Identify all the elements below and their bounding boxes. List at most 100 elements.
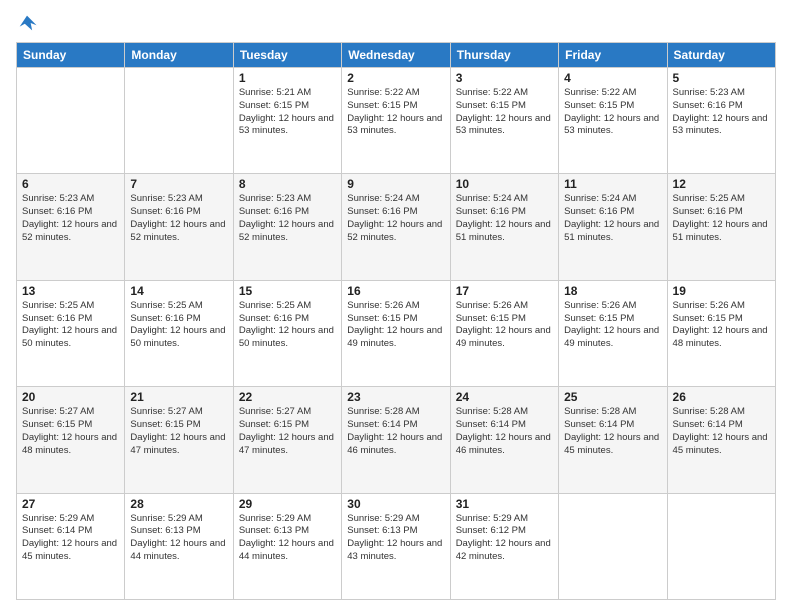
day-info: Sunrise: 5:25 AMSunset: 6:16 PMDaylight:… <box>22 300 119 351</box>
calendar-cell: 19 Sunrise: 5:26 AMSunset: 6:15 PMDayligh… <box>667 280 775 386</box>
calendar-cell: 1 Sunrise: 5:21 AMSunset: 6:15 PMDaylight… <box>233 68 341 174</box>
day-info: Sunrise: 5:26 AMSunset: 6:15 PMDaylight:… <box>564 300 661 351</box>
calendar-cell <box>125 68 233 174</box>
day-number: 8 <box>239 177 336 191</box>
calendar-page: SundayMondayTuesdayWednesdayThursdayFrid… <box>0 0 792 612</box>
calendar-week-row: 6 Sunrise: 5:23 AMSunset: 6:16 PMDaylight… <box>17 174 776 280</box>
day-info: Sunrise: 5:24 AMSunset: 6:16 PMDaylight:… <box>347 193 444 244</box>
header <box>16 12 776 34</box>
day-info: Sunrise: 5:23 AMSunset: 6:16 PMDaylight:… <box>130 193 227 244</box>
calendar-week-row: 1 Sunrise: 5:21 AMSunset: 6:15 PMDaylight… <box>17 68 776 174</box>
day-info: Sunrise: 5:26 AMSunset: 6:15 PMDaylight:… <box>673 300 770 351</box>
day-info: Sunrise: 5:29 AMSunset: 6:13 PMDaylight:… <box>239 513 336 564</box>
calendar-cell: 14Sunrise: 5:25 AMSunset: 6:16 PMDayligh… <box>125 280 233 386</box>
day-info: Sunrise: 5:21 AMSunset: 6:15 PMDaylight:… <box>239 87 336 138</box>
calendar-cell: 15 Sunrise: 5:25 AMSunset: 6:16 PMDayligh… <box>233 280 341 386</box>
calendar-cell: 5 Sunrise: 5:23 AMSunset: 6:16 PMDaylight… <box>667 68 775 174</box>
day-number: 18 <box>564 284 661 298</box>
weekday-header-saturday: Saturday <box>667 43 775 68</box>
weekday-header-tuesday: Tuesday <box>233 43 341 68</box>
calendar-cell: 11Sunrise: 5:24 AMSunset: 6:16 PMDayligh… <box>559 174 667 280</box>
day-number: 17 <box>456 284 553 298</box>
calendar-cell: 18 Sunrise: 5:26 AMSunset: 6:15 PMDayligh… <box>559 280 667 386</box>
day-number: 26 <box>673 390 770 404</box>
calendar-cell <box>17 68 125 174</box>
day-number: 19 <box>673 284 770 298</box>
day-number: 1 <box>239 71 336 85</box>
day-info: Sunrise: 5:29 AMSunset: 6:13 PMDaylight:… <box>130 513 227 564</box>
calendar-cell: 17 Sunrise: 5:26 AMSunset: 6:15 PMDayligh… <box>450 280 558 386</box>
day-info: Sunrise: 5:24 AMSunset: 6:16 PMDaylight:… <box>564 193 661 244</box>
day-number: 13 <box>22 284 119 298</box>
calendar-week-row: 27Sunrise: 5:29 AMSunset: 6:14 PMDayligh… <box>17 493 776 599</box>
calendar-cell: 28 Sunrise: 5:29 AMSunset: 6:13 PMDayligh… <box>125 493 233 599</box>
day-number: 14 <box>130 284 227 298</box>
day-number: 31 <box>456 497 553 511</box>
calendar-cell: 4 Sunrise: 5:22 AMSunset: 6:15 PMDaylight… <box>559 68 667 174</box>
logo-bird-icon <box>16 12 38 34</box>
calendar-header-row: SundayMondayTuesdayWednesdayThursdayFrid… <box>17 43 776 68</box>
calendar-cell: 29 Sunrise: 5:29 AMSunset: 6:13 PMDayligh… <box>233 493 341 599</box>
day-number: 6 <box>22 177 119 191</box>
day-number: 12 <box>673 177 770 191</box>
calendar-cell: 13 Sunrise: 5:25 AMSunset: 6:16 PMDayligh… <box>17 280 125 386</box>
day-number: 21 <box>130 390 227 404</box>
day-number: 9 <box>347 177 444 191</box>
day-info: Sunrise: 5:25 AMSunset: 6:16 PMDaylight:… <box>239 300 336 351</box>
day-info: Sunrise: 5:22 AMSunset: 6:15 PMDaylight:… <box>456 87 553 138</box>
calendar-cell: 9 Sunrise: 5:24 AMSunset: 6:16 PMDaylight… <box>342 174 450 280</box>
day-info: Sunrise: 5:24 AMSunset: 6:16 PMDaylight:… <box>456 193 553 244</box>
calendar-cell: 7 Sunrise: 5:23 AMSunset: 6:16 PMDaylight… <box>125 174 233 280</box>
calendar-cell: 3 Sunrise: 5:22 AMSunset: 6:15 PMDaylight… <box>450 68 558 174</box>
calendar-cell: 27Sunrise: 5:29 AMSunset: 6:14 PMDayligh… <box>17 493 125 599</box>
calendar-cell: 20Sunrise: 5:27 AMSunset: 6:15 PMDayligh… <box>17 387 125 493</box>
day-number: 7 <box>130 177 227 191</box>
calendar-cell: 21 Sunrise: 5:27 AMSunset: 6:15 PMDayligh… <box>125 387 233 493</box>
day-number: 27 <box>22 497 119 511</box>
calendar-cell: 31 Sunrise: 5:29 AMSunset: 6:12 PMDayligh… <box>450 493 558 599</box>
day-info: Sunrise: 5:23 AMSunset: 6:16 PMDaylight:… <box>22 193 119 244</box>
day-info: Sunrise: 5:22 AMSunset: 6:15 PMDaylight:… <box>347 87 444 138</box>
day-number: 29 <box>239 497 336 511</box>
day-number: 16 <box>347 284 444 298</box>
calendar-cell: 10Sunrise: 5:24 AMSunset: 6:16 PMDayligh… <box>450 174 558 280</box>
day-info: Sunrise: 5:23 AMSunset: 6:16 PMDaylight:… <box>673 87 770 138</box>
calendar-table: SundayMondayTuesdayWednesdayThursdayFrid… <box>16 42 776 600</box>
calendar-cell: 12 Sunrise: 5:25 AMSunset: 6:16 PMDayligh… <box>667 174 775 280</box>
calendar-cell: 6 Sunrise: 5:23 AMSunset: 6:16 PMDaylight… <box>17 174 125 280</box>
day-info: Sunrise: 5:29 AMSunset: 6:13 PMDaylight:… <box>347 513 444 564</box>
day-number: 5 <box>673 71 770 85</box>
day-number: 30 <box>347 497 444 511</box>
calendar-cell: 24 Sunrise: 5:28 AMSunset: 6:14 PMDayligh… <box>450 387 558 493</box>
day-info: Sunrise: 5:27 AMSunset: 6:15 PMDaylight:… <box>130 406 227 457</box>
day-info: Sunrise: 5:22 AMSunset: 6:15 PMDaylight:… <box>564 87 661 138</box>
weekday-header-wednesday: Wednesday <box>342 43 450 68</box>
calendar-week-row: 13 Sunrise: 5:25 AMSunset: 6:16 PMDayligh… <box>17 280 776 386</box>
calendar-week-row: 20 Sunrise: 5:27 AMSunset: 6:15 PMDayligh… <box>17 387 776 493</box>
logo <box>16 12 38 34</box>
calendar-cell: 23 Sunrise: 5:28 AMSunset: 6:14 PMDayligh… <box>342 387 450 493</box>
weekday-header-monday: Monday <box>125 43 233 68</box>
logo-general-text <box>16 12 38 34</box>
day-info: Sunrise: 5:28 AMSunset: 6:14 PMDaylight:… <box>564 406 661 457</box>
day-number: 24 <box>456 390 553 404</box>
day-number: 4 <box>564 71 661 85</box>
day-number: 28 <box>130 497 227 511</box>
day-info: Sunrise: 5:25 AMSunset: 6:16 PMDaylight:… <box>673 193 770 244</box>
day-info: Sunrise: 5:28 AMSunset: 6:14 PMDaylight:… <box>347 406 444 457</box>
calendar-cell <box>559 493 667 599</box>
calendar-cell: 22Sunrise: 5:27 AMSunset: 6:15 PMDayligh… <box>233 387 341 493</box>
day-info: Sunrise: 5:28 AMSunset: 6:14 PMDaylight:… <box>673 406 770 457</box>
day-info: Sunrise: 5:28 AMSunset: 6:14 PMDaylight:… <box>456 406 553 457</box>
day-number: 2 <box>347 71 444 85</box>
day-number: 3 <box>456 71 553 85</box>
calendar-cell: 8Sunrise: 5:23 AMSunset: 6:16 PMDaylight… <box>233 174 341 280</box>
day-number: 25 <box>564 390 661 404</box>
day-info: Sunrise: 5:29 AMSunset: 6:12 PMDaylight:… <box>456 513 553 564</box>
day-number: 23 <box>347 390 444 404</box>
day-info: Sunrise: 5:26 AMSunset: 6:15 PMDaylight:… <box>347 300 444 351</box>
day-info: Sunrise: 5:26 AMSunset: 6:15 PMDaylight:… <box>456 300 553 351</box>
day-info: Sunrise: 5:27 AMSunset: 6:15 PMDaylight:… <box>239 406 336 457</box>
day-number: 20 <box>22 390 119 404</box>
day-number: 15 <box>239 284 336 298</box>
